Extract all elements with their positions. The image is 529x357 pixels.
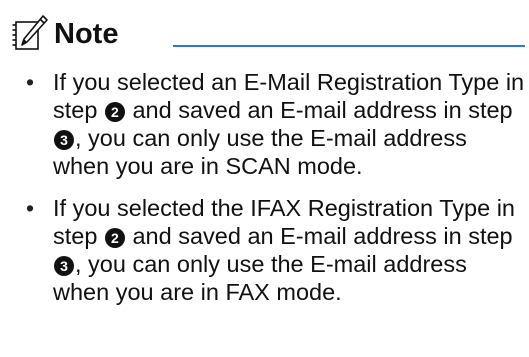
list-item: • If you selected an E-Mail Registration…: [22, 68, 527, 180]
note-title: Note: [54, 18, 119, 50]
list-item: • If you selected the IFAX Registration …: [22, 194, 527, 306]
note-divider-rule: [173, 45, 525, 47]
step-number-icon: 2: [104, 228, 125, 248]
note-list: • If you selected an E-Mail Registration…: [22, 68, 527, 320]
bullet-icon: •: [26, 195, 35, 221]
note-text: , you can only use the E-mail address wh…: [53, 125, 467, 179]
note-text: and saved an E-mail address in step: [132, 223, 513, 249]
step-number-icon: 3: [54, 130, 74, 150]
bullet-icon: •: [26, 69, 35, 95]
pencil-note-icon: [12, 15, 48, 50]
step-number-icon: 3: [54, 256, 74, 276]
note-text: and saved an E-mail address in step: [132, 97, 513, 123]
step-number-icon: 2: [104, 102, 125, 122]
note-header: Note: [10, 14, 525, 54]
note-text: , you can only use the E-mail address wh…: [53, 251, 467, 305]
